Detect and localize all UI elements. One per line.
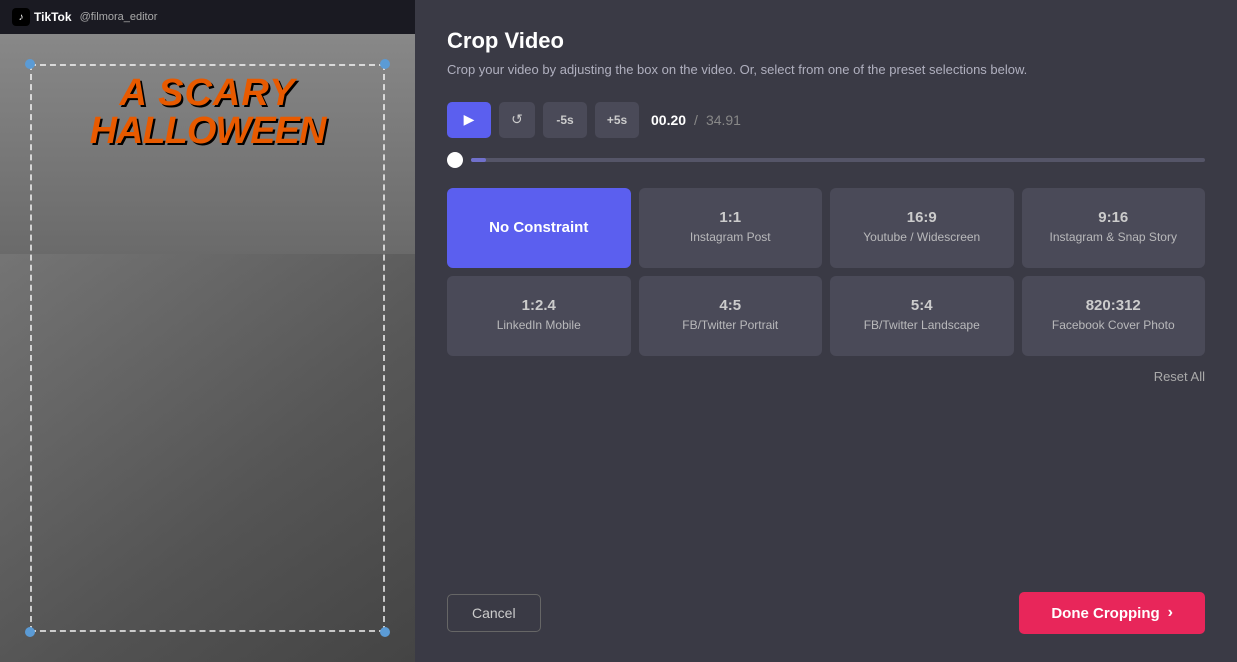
video-panel: ♪ TikTok @filmora_editor A SCARY HALLOWE… bbox=[0, 0, 415, 662]
preset-1-2-4-label: LinkedIn Mobile bbox=[497, 318, 581, 334]
action-buttons: Cancel Done Cropping › bbox=[447, 592, 1205, 634]
preset-no-constraint-ratio: No Constraint bbox=[489, 219, 588, 236]
preset-820-312-label: Facebook Cover Photo bbox=[1052, 318, 1175, 334]
crop-handle-top-left[interactable] bbox=[25, 59, 35, 69]
progress-fill bbox=[471, 158, 486, 162]
preset-5-4[interactable]: 5:4 FB/Twitter Landscape bbox=[830, 276, 1014, 356]
cancel-button[interactable]: Cancel bbox=[447, 594, 541, 632]
play-button[interactable]: ▶ bbox=[447, 102, 491, 138]
current-time: 00.20 bbox=[651, 112, 686, 128]
presets-grid: No Constraint 1:1 Instagram Post 16:9 Yo… bbox=[447, 188, 1205, 356]
crop-handle-bottom-right[interactable] bbox=[380, 627, 390, 637]
reset-button[interactable]: ↺ bbox=[499, 102, 535, 138]
video-preview: A SCARY HALLOWEEN bbox=[0, 34, 415, 662]
chevron-right-icon: › bbox=[1168, 604, 1173, 622]
preset-9-16[interactable]: 9:16 Instagram & Snap Story bbox=[1022, 188, 1206, 268]
time-separator: / bbox=[694, 112, 698, 128]
panel-subtitle: Crop your video by adjusting the box on … bbox=[447, 60, 1205, 80]
play-icon: ▶ bbox=[464, 111, 475, 128]
preset-4-5-label: FB/Twitter Portrait bbox=[682, 318, 778, 334]
plus5-button[interactable]: +5s bbox=[595, 102, 639, 138]
preset-16-9-label: Youtube / Widescreen bbox=[863, 230, 980, 246]
preset-1-2-4[interactable]: 1:2.4 LinkedIn Mobile bbox=[447, 276, 631, 356]
panel-title: Crop Video bbox=[447, 28, 1205, 54]
tiktok-name: TikTok bbox=[34, 10, 72, 24]
tiktok-handle: @filmora_editor bbox=[80, 11, 158, 23]
reset-icon: ↺ bbox=[511, 111, 523, 128]
preset-4-5[interactable]: 4:5 FB/Twitter Portrait bbox=[639, 276, 823, 356]
minus5-button[interactable]: -5s bbox=[543, 102, 587, 138]
progress-thumb[interactable] bbox=[447, 152, 463, 168]
preset-820-312[interactable]: 820:312 Facebook Cover Photo bbox=[1022, 276, 1206, 356]
crop-box[interactable] bbox=[30, 64, 385, 632]
preset-820-312-ratio: 820:312 bbox=[1086, 297, 1141, 314]
tiktok-icon: ♪ bbox=[12, 8, 30, 26]
playback-controls: ▶ ↺ -5s +5s 00.20 / 34.91 bbox=[447, 102, 1205, 138]
tiktok-bar: ♪ TikTok @filmora_editor bbox=[0, 0, 415, 34]
progress-track[interactable] bbox=[471, 158, 1205, 162]
preset-1-2-4-ratio: 1:2.4 bbox=[522, 297, 556, 314]
preset-1-1-label: Instagram Post bbox=[690, 230, 771, 246]
preset-9-16-label: Instagram & Snap Story bbox=[1050, 230, 1177, 246]
preset-no-constraint[interactable]: No Constraint bbox=[447, 188, 631, 268]
crop-handle-bottom-left[interactable] bbox=[25, 627, 35, 637]
right-panel: Crop Video Crop your video by adjusting … bbox=[415, 0, 1237, 662]
done-cropping-button[interactable]: Done Cropping › bbox=[1019, 592, 1205, 634]
preset-1-1[interactable]: 1:1 Instagram Post bbox=[639, 188, 823, 268]
total-time: 34.91 bbox=[706, 112, 741, 128]
reset-all-container: Reset All bbox=[447, 368, 1205, 386]
preset-16-9-ratio: 16:9 bbox=[907, 209, 937, 226]
preset-16-9[interactable]: 16:9 Youtube / Widescreen bbox=[830, 188, 1014, 268]
progress-bar-container[interactable] bbox=[447, 152, 1205, 168]
reset-all-button[interactable]: Reset All bbox=[1154, 369, 1205, 384]
crop-handle-top-right[interactable] bbox=[380, 59, 390, 69]
preset-5-4-label: FB/Twitter Landscape bbox=[864, 318, 980, 334]
preset-1-1-ratio: 1:1 bbox=[719, 209, 741, 226]
preset-4-5-ratio: 4:5 bbox=[719, 297, 741, 314]
preset-5-4-ratio: 5:4 bbox=[911, 297, 933, 314]
tiktok-logo: ♪ TikTok bbox=[12, 8, 72, 26]
done-cropping-label: Done Cropping bbox=[1051, 605, 1159, 622]
preset-9-16-ratio: 9:16 bbox=[1098, 209, 1128, 226]
